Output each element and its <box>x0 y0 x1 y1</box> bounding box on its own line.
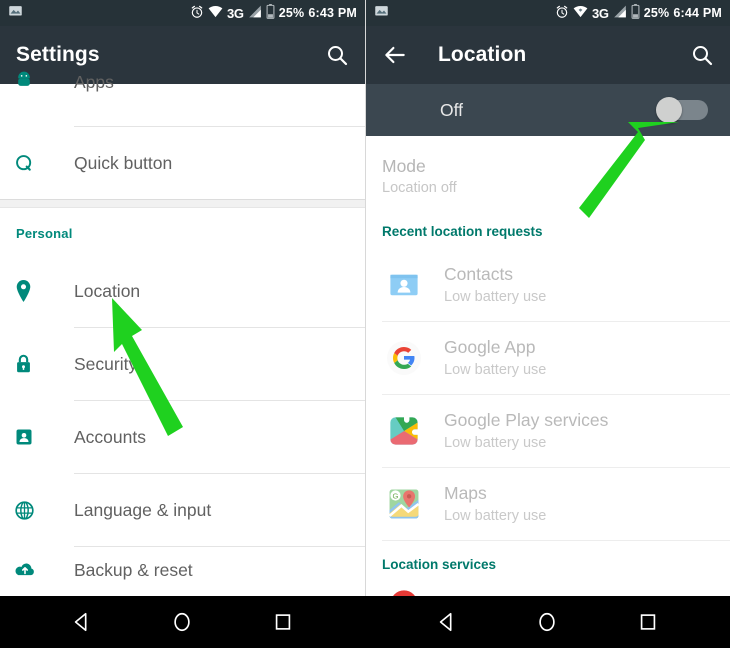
location-screen-panel: 3G 25% 6:44 PM Location Off Mode Locatio… <box>365 0 730 648</box>
quick-button-icon <box>14 153 48 174</box>
back-triangle-icon[interactable] <box>71 611 93 633</box>
lock-icon <box>14 353 48 375</box>
account-person-icon <box>14 427 48 447</box>
network-type-label: 3G <box>591 5 609 21</box>
battery-percent-label: 25% <box>278 6 305 20</box>
mode-subtitle: Location off <box>382 180 457 196</box>
list-item-subtitle: Low battery use <box>444 289 547 305</box>
cloud-upload-icon <box>14 561 48 579</box>
status-bar-left: 3G 25% 6:43 PM <box>0 0 365 26</box>
list-item-subtitle: Low battery use <box>444 362 547 378</box>
sidebar-item-accounts[interactable]: Accounts <box>0 401 365 473</box>
google-play-services-icon <box>382 409 426 453</box>
location-master-switch[interactable] <box>656 97 708 123</box>
list-item-subtitle: Low battery use <box>444 508 547 524</box>
battery-icon <box>631 4 640 22</box>
sidebar-item-quick-button[interactable]: Quick button <box>0 127 365 199</box>
sidebar-item-label: Accounts <box>74 426 146 447</box>
alarm-clock-icon <box>190 5 204 22</box>
dual-screenshot-composite: 3G 25% 6:43 PM Settings Apps Quick butto… <box>0 0 730 648</box>
sidebar-item-label: Language & input <box>74 499 212 520</box>
android-robot-icon <box>14 70 48 90</box>
globe-icon <box>14 500 48 521</box>
sidebar-item-backup-reset[interactable]: Backup & reset <box>0 547 365 593</box>
settings-screen-panel: 3G 25% 6:43 PM Settings Apps Quick butto… <box>0 0 365 648</box>
sidebar-item-security[interactable]: Security <box>0 328 365 400</box>
list-item-texts: Contacts Low battery use <box>444 263 546 307</box>
clock-label: 6:44 PM <box>673 6 722 20</box>
image-icon <box>374 3 389 23</box>
list-item[interactable]: Google Play services Low battery use <box>366 395 730 467</box>
svg-text:G: G <box>393 491 399 500</box>
list-item-texts: Maps Low battery use <box>444 482 546 526</box>
sidebar-item-apps[interactable]: Apps <box>0 71 365 126</box>
list-item[interactable]: Contacts Low battery use <box>366 249 730 321</box>
section-header-location-services: Location services <box>382 557 497 572</box>
search-icon[interactable] <box>325 43 349 67</box>
recents-square-icon[interactable] <box>272 611 294 633</box>
sidebar-item-location[interactable]: Location <box>0 255 365 327</box>
location-app-bar: Location <box>366 26 730 84</box>
list-item[interactable]: G Maps Low battery use <box>366 468 730 540</box>
clock-label: 6:43 PM <box>308 6 357 20</box>
network-type-label: 3G <box>226 5 244 21</box>
section-header-personal: Personal <box>16 226 73 241</box>
list-item-title: Google App <box>444 337 536 357</box>
list-item-title: Maps <box>444 483 487 503</box>
settings-app-bar: Settings <box>0 26 365 84</box>
switch-knob <box>656 97 682 123</box>
list-item-texts: Google App Low battery use <box>444 336 546 380</box>
sidebar-item-label: Security <box>74 353 138 374</box>
sidebar-item-label: Location <box>74 280 141 301</box>
signal-bars-icon <box>613 5 627 21</box>
signal-bars-icon <box>248 5 262 21</box>
section-separator <box>0 199 365 208</box>
sidebar-item-label: Apps <box>74 72 114 92</box>
recents-square-icon[interactable] <box>637 611 659 633</box>
image-icon <box>8 3 23 23</box>
page-title: Location <box>438 43 527 66</box>
settings-list: Apps Quick button Personal Location Secu… <box>0 71 365 593</box>
search-icon[interactable] <box>690 43 714 67</box>
home-circle-icon[interactable] <box>536 611 558 633</box>
nav-bar-right <box>365 596 730 648</box>
wifi-icon <box>208 5 223 21</box>
sidebar-item-label: Backup & reset <box>74 559 193 580</box>
list-item-title: Contacts <box>444 264 514 284</box>
list-item-texts: Google Play services Low battery use <box>444 409 608 453</box>
location-master-switch-row[interactable]: Off <box>366 84 730 136</box>
page-title: Settings <box>16 43 100 66</box>
back-triangle-icon[interactable] <box>436 611 458 633</box>
alarm-clock-icon <box>555 5 569 22</box>
home-circle-icon[interactable] <box>171 611 193 633</box>
battery-percent-label: 25% <box>643 6 670 20</box>
battery-icon <box>266 4 275 22</box>
location-mode-row[interactable]: Mode Location off <box>366 136 730 208</box>
google-app-icon <box>382 336 426 380</box>
sidebar-item-language-input[interactable]: Language & input <box>0 474 365 546</box>
section-header-recent-requests: Recent location requests <box>382 224 543 239</box>
nav-bar-left <box>0 596 365 648</box>
android-nav-bar <box>0 596 730 648</box>
switch-state-label: Off <box>440 99 464 120</box>
mode-title: Mode <box>382 156 426 176</box>
google-maps-icon: G <box>382 482 426 526</box>
location-pin-icon <box>14 280 48 302</box>
list-item-subtitle: Low battery use <box>444 435 547 451</box>
wifi-icon <box>573 5 588 21</box>
status-bar-right: 3G 25% 6:44 PM <box>366 0 730 26</box>
sidebar-item-label: Quick button <box>74 152 173 173</box>
back-arrow-icon[interactable] <box>382 42 408 68</box>
list-item-title: Google Play services <box>444 410 609 430</box>
contacts-app-icon <box>382 263 426 307</box>
list-item[interactable]: Google App Low battery use <box>366 322 730 394</box>
